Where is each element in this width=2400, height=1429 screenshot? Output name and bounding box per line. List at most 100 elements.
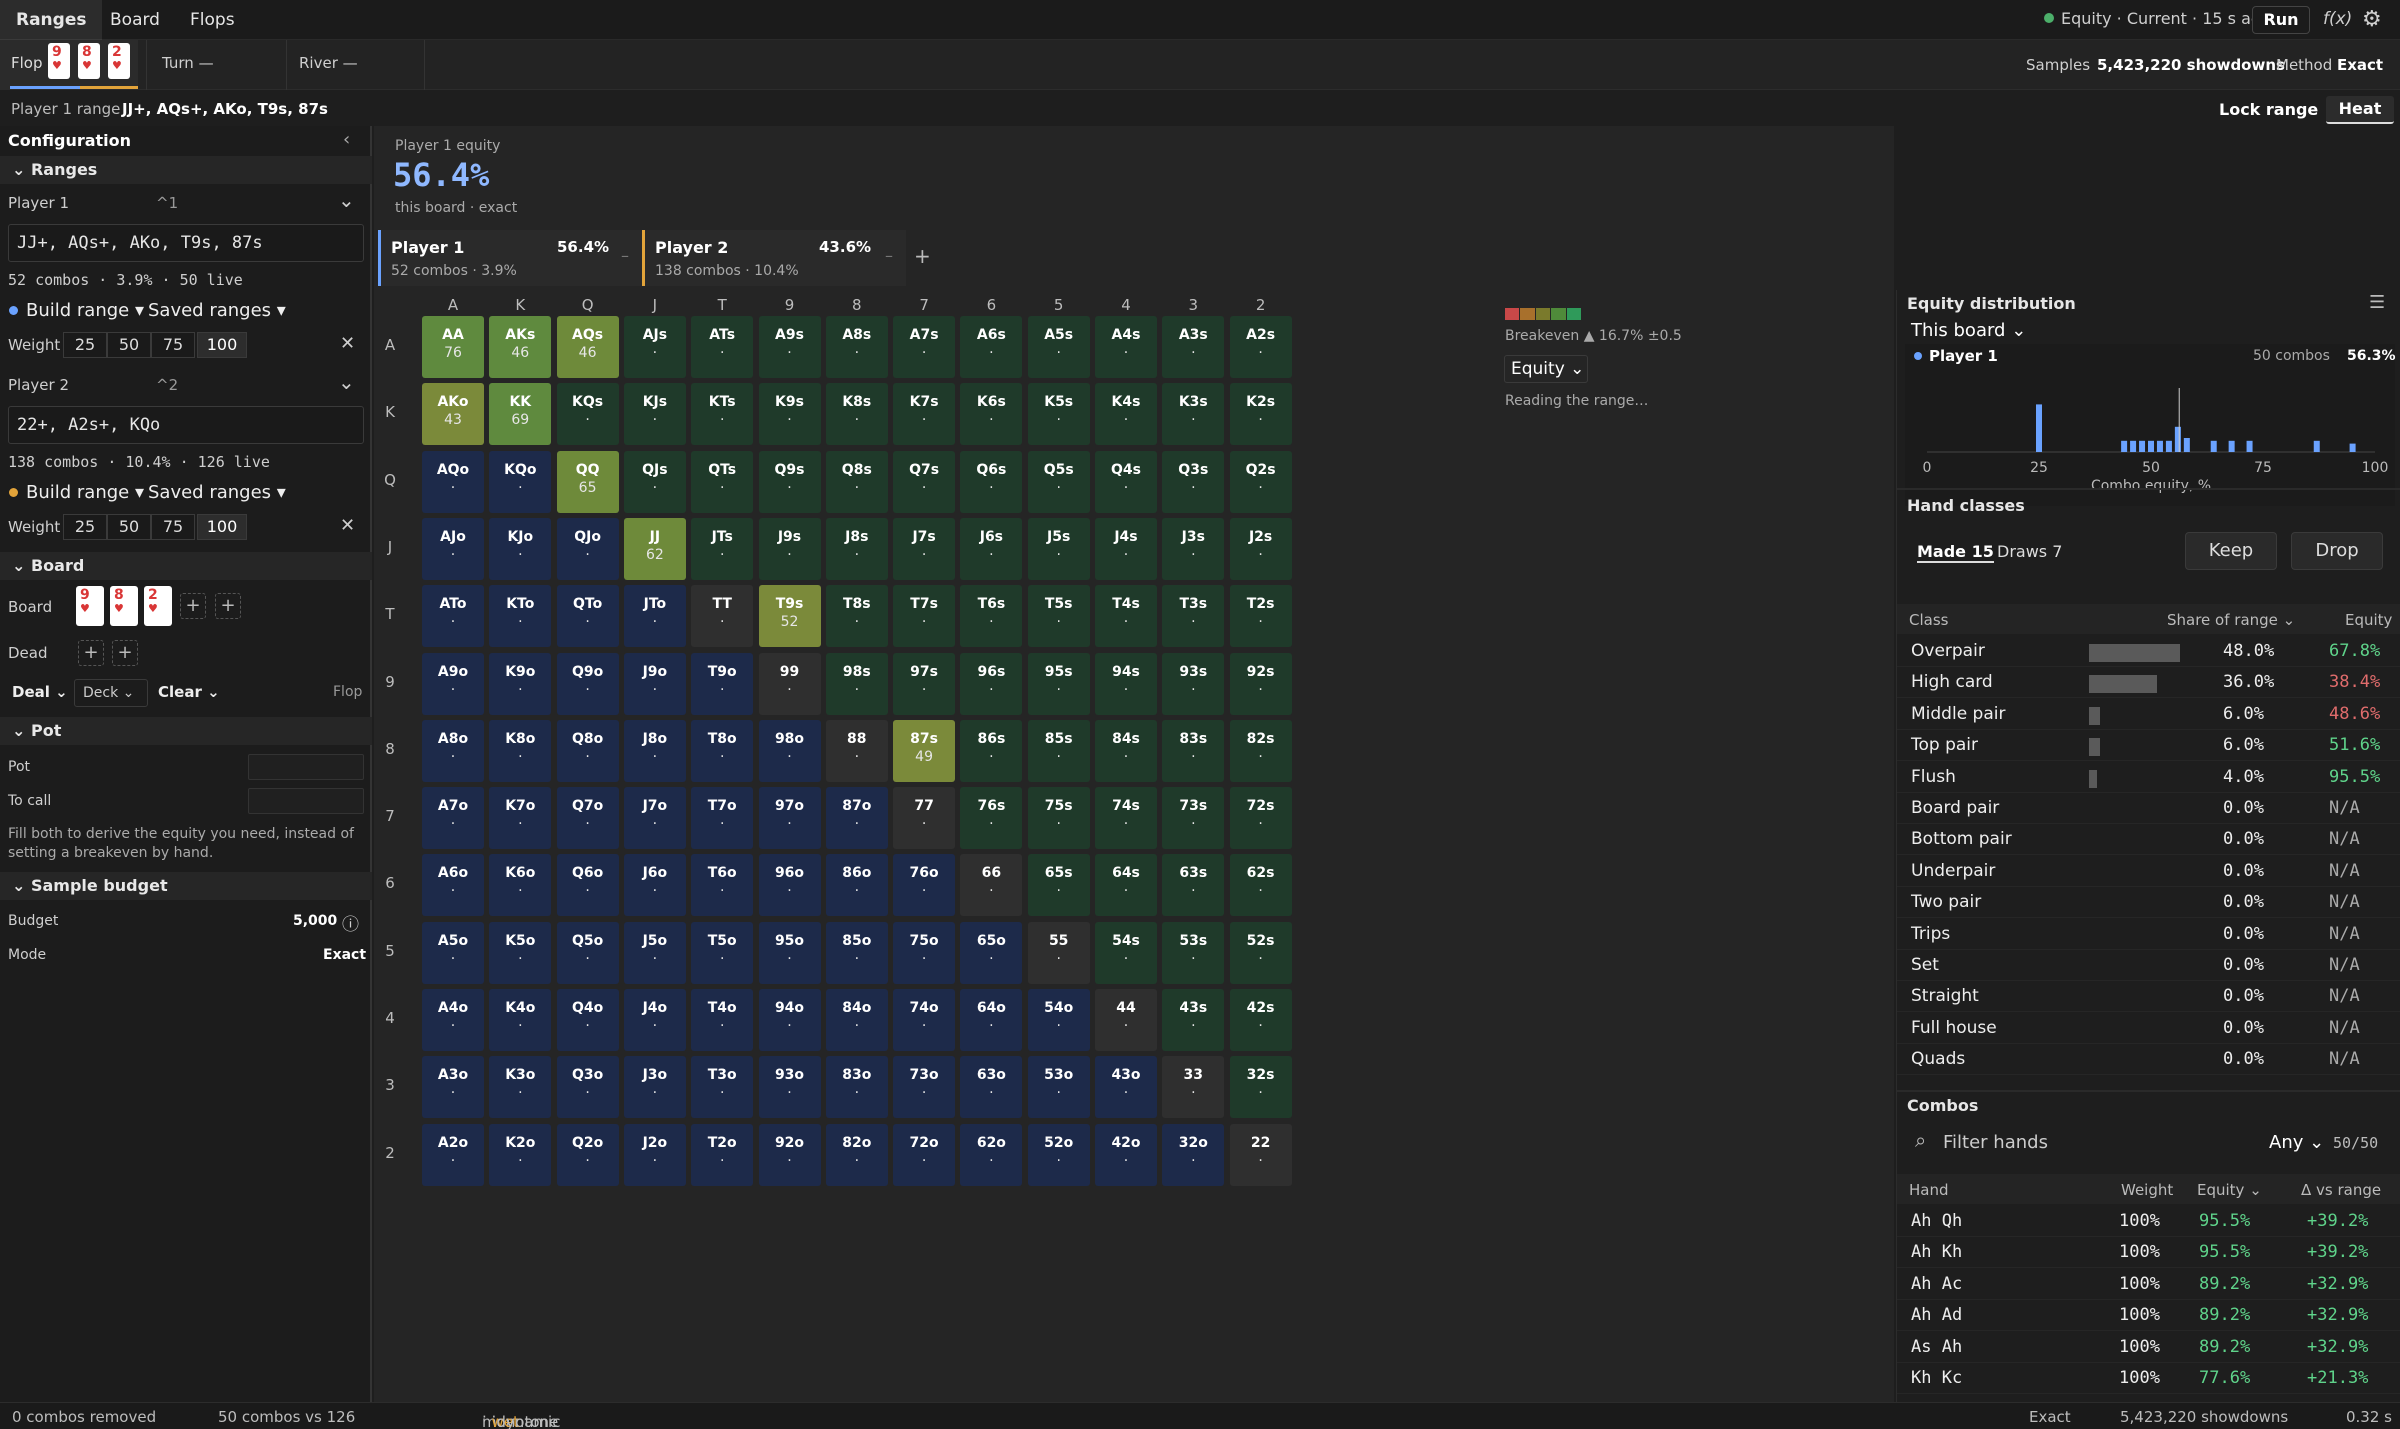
class-row[interactable]: Overpair 48.0% 67.8% [1897, 636, 2400, 667]
hand-cell-J6o[interactable]: J6o · [623, 854, 686, 917]
p1-weight-50[interactable]: 50 [107, 332, 151, 358]
combo-row[interactable]: Ah Qh 100% 95.5% +39.2% [1897, 1206, 2400, 1237]
made-filter[interactable]: Made 15 [1917, 542, 1994, 563]
hand-cell-A4s[interactable]: A4s · [1095, 316, 1157, 378]
hand-cell-T4s[interactable]: T4s · [1095, 585, 1157, 648]
collapse-icon[interactable]: ‹ [343, 129, 350, 150]
any-select[interactable]: Any ⌄ [2269, 1132, 2324, 1153]
hand-cell-42o[interactable]: 42o · [1095, 1123, 1157, 1186]
hand-cell-85o[interactable]: 85o · [825, 921, 888, 984]
gear-icon[interactable]: ⚙ [2362, 7, 2382, 32]
p1-clear-icon[interactable]: ✕ [340, 333, 355, 354]
hand-cell-95o[interactable]: 95o · [758, 921, 821, 984]
hand-cell-ATs[interactable]: ATs · [691, 316, 754, 378]
minus-icon[interactable]: – [621, 246, 629, 265]
hand-cell-A4o[interactable]: A4o · [422, 989, 484, 1051]
tab-ranges[interactable]: Ranges [0, 0, 103, 41]
board-card-3[interactable]: 2 ♥ [144, 586, 172, 626]
hand-cell-J4o[interactable]: J4o · [623, 989, 686, 1051]
hand-cell-AQs[interactable]: AQs 46 [556, 316, 619, 378]
info-icon[interactable]: ⓘ [342, 910, 359, 935]
p2-dropdown-icon[interactable]: ⌄ [338, 370, 355, 394]
equity-sort[interactable]: Equity ⌄ [2197, 1181, 2262, 1199]
board-card-2[interactable]: 8 ♥ [110, 586, 138, 626]
hand-cell-J3o[interactable]: J3o · [623, 1056, 686, 1119]
hand-cell-T3o[interactable]: T3o · [691, 1056, 754, 1119]
class-row[interactable]: Full house 0.0% N/A [1897, 1013, 2400, 1044]
hand-cell-Q2s[interactable]: Q2s · [1229, 450, 1292, 513]
ranges-section[interactable]: ⌄ Ranges [0, 156, 372, 184]
lock-range-button[interactable]: Lock range [2219, 100, 2318, 119]
drop-button[interactable]: Drop [2291, 532, 2383, 570]
hand-cell-A8s[interactable]: A8s · [825, 316, 888, 378]
flop-tab[interactable]: Flop 9 ♥ 8 ♥ 2 ♥ [0, 40, 138, 90]
hand-cell-KQs[interactable]: KQs · [556, 383, 619, 446]
p1-saved-ranges[interactable]: Saved ranges ▾ [148, 300, 286, 321]
hand-cell-J9s[interactable]: J9s · [758, 517, 821, 580]
hand-cell-72s[interactable]: 72s · [1229, 787, 1292, 850]
hand-cell-33[interactable]: 33 · [1162, 1056, 1225, 1119]
hand-cell-Q9s[interactable]: Q9s · [758, 450, 821, 513]
filter-input[interactable]: Filter hands [1943, 1132, 2048, 1153]
hand-cell-85s[interactable]: 85s · [1027, 719, 1090, 782]
class-row[interactable]: Bottom pair 0.0% N/A [1897, 824, 2400, 856]
function-button[interactable]: f(x) [2323, 9, 2352, 29]
hand-cell-43o[interactable]: 43o · [1095, 1056, 1157, 1119]
hand-cell-K3s[interactable]: K3s · [1162, 383, 1225, 446]
hand-cell-QJs[interactable]: QJs · [623, 450, 686, 513]
hand-cell-22[interactable]: 22 · [1229, 1123, 1292, 1186]
hand-cell-A9s[interactable]: A9s · [758, 316, 821, 378]
hand-cell-92o[interactable]: 92o · [758, 1123, 821, 1186]
hand-cell-76o[interactable]: 76o · [893, 854, 956, 917]
hand-cell-A2s[interactable]: A2s · [1229, 316, 1292, 378]
hand-cell-KQo[interactable]: KQo · [489, 450, 552, 513]
hand-cell-T2s[interactable]: T2s · [1229, 585, 1292, 648]
combo-row[interactable]: Ah Kh 100% 95.5% +39.2% [1897, 1237, 2400, 1269]
hand-cell-82s[interactable]: 82s · [1229, 719, 1292, 782]
hand-cell-53o[interactable]: 53o · [1027, 1056, 1090, 1119]
hand-cell-62s[interactable]: 62s · [1229, 854, 1292, 917]
hand-cell-T6o[interactable]: T6o · [691, 854, 754, 917]
add-river-icon[interactable]: + [215, 593, 241, 619]
hand-cell-32s[interactable]: 32s · [1229, 1056, 1292, 1119]
hand-cell-J9o[interactable]: J9o · [623, 652, 686, 715]
combo-row[interactable]: As Ah 100% 89.2% +32.9% [1897, 1332, 2400, 1363]
hand-cell-J7o[interactable]: J7o · [623, 787, 686, 850]
hand-cell-A7o[interactable]: A7o · [422, 787, 484, 850]
hand-cell-QTs[interactable]: QTs · [691, 450, 754, 513]
heat-toggle[interactable]: Heat [2326, 96, 2394, 124]
hand-cell-Q6s[interactable]: Q6s · [960, 450, 1023, 513]
hand-cell-93s[interactable]: 93s · [1162, 652, 1225, 715]
hand-cell-A7s[interactable]: A7s · [893, 316, 956, 378]
add-player-icon[interactable]: + [914, 244, 931, 268]
p2-clear-icon[interactable]: ✕ [340, 515, 355, 536]
deck-select[interactable]: Deck ⌄ [74, 679, 148, 707]
hand-cell-73s[interactable]: 73s · [1162, 787, 1225, 850]
hand-cell-74o[interactable]: 74o · [893, 989, 956, 1051]
hand-cell-93o[interactable]: 93o · [758, 1056, 821, 1119]
hand-cell-96s[interactable]: 96s · [960, 652, 1023, 715]
hand-cell-43s[interactable]: 43s · [1162, 989, 1225, 1051]
hand-cell-Q2o[interactable]: Q2o · [556, 1123, 619, 1186]
settings-icon[interactable]: ☰ [2369, 292, 2385, 313]
hand-cell-T5s[interactable]: T5s · [1027, 585, 1090, 648]
hand-cell-J3s[interactable]: J3s · [1162, 517, 1225, 580]
class-row[interactable]: Two pair 0.0% N/A [1897, 887, 2400, 919]
pot-section[interactable]: ⌄ Pot [0, 717, 372, 745]
hand-cell-97s[interactable]: 97s · [893, 652, 956, 715]
tab-board[interactable]: Board [94, 0, 176, 40]
hand-cell-Q7s[interactable]: Q7s · [893, 450, 956, 513]
hand-cell-AKo[interactable]: AKo 43 [422, 383, 484, 446]
hand-cell-ATo[interactable]: ATo · [422, 585, 484, 648]
clear-button[interactable]: Clear ⌄ [158, 683, 220, 701]
hand-cell-72o[interactable]: 72o · [893, 1123, 956, 1186]
hand-cell-A2o[interactable]: A2o · [422, 1123, 484, 1186]
hand-cell-K8s[interactable]: K8s · [825, 383, 888, 446]
player2-tab[interactable]: Player 2 43.6% 138 combos · 10.4% – [642, 230, 906, 286]
hand-cell-84o[interactable]: 84o · [825, 989, 888, 1051]
hand-cell-65o[interactable]: 65o · [960, 921, 1023, 984]
board-card-1[interactable]: 9 ♥ [76, 586, 104, 626]
board-section[interactable]: ⌄ Board [0, 552, 372, 580]
hand-cell-77[interactable]: 77 · [893, 787, 956, 850]
hand-cell-98o[interactable]: 98o · [758, 719, 821, 782]
